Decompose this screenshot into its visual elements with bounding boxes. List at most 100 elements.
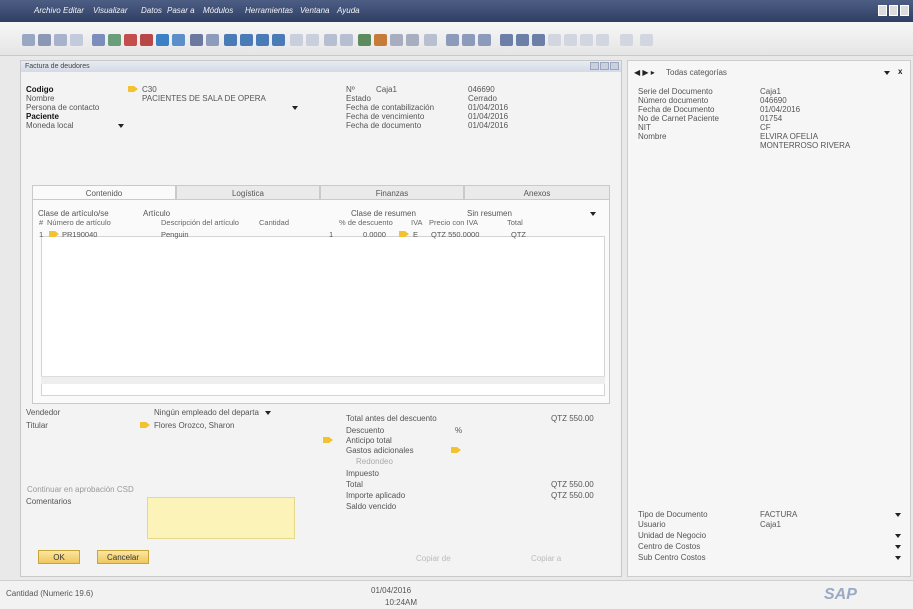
udf-nav-arrows[interactable]: ◀ ▶ ▸ [634,68,655,77]
alerts-icon[interactable] [532,34,545,46]
series-field[interactable]: Caja1 [376,85,397,94]
payment-icon[interactable] [374,34,387,46]
cost-center-dropdown-icon[interactable] [895,545,901,549]
udf-nit-field[interactable]: CF [760,123,771,132]
due-date-field[interactable]: 01/04/2016 [468,112,508,121]
export-word-icon[interactable] [92,34,105,46]
message-icon[interactable] [516,34,529,46]
col-header-price[interactable]: Precio con IVA [429,218,478,227]
discount-percent-field[interactable]: % [455,426,462,435]
minimize-icon[interactable] [878,5,887,16]
gross-profit-icon[interactable] [390,34,403,46]
settings-form-icon[interactable] [172,34,185,46]
calendar-icon[interactable] [500,34,513,46]
titular-field[interactable]: Flores Orozco, Sharon [154,421,234,430]
launch-icon[interactable] [140,34,153,46]
row-item-code[interactable]: PR190040 [62,230,97,239]
col-header-description[interactable]: Descripción del artículo [161,218,239,227]
udf-close-icon[interactable]: x [898,67,902,76]
close-icon[interactable] [900,5,909,16]
horizontal-scrollbar[interactable] [41,376,605,384]
cancel-button[interactable]: Cancelar [97,550,149,564]
help-icon[interactable] [620,34,633,46]
email-icon[interactable] [54,34,67,46]
sub-cost-center-dropdown-icon[interactable] [895,556,901,560]
row-tax[interactable]: E [413,230,418,239]
menu-visualizar[interactable]: Visualizar [93,6,128,15]
row-quantity[interactable]: 1 [329,230,333,239]
base-document-icon[interactable] [324,34,337,46]
form-maximize-icon[interactable] [600,62,609,70]
ok-button[interactable]: OK [38,550,80,564]
first-record-icon[interactable] [224,34,237,46]
continue-approval-checkbox[interactable]: Continuar en aprobación CSD [27,485,134,494]
col-header-discount[interactable]: % de descuento [339,218,393,227]
journal-icon[interactable] [358,34,371,46]
report-icon[interactable] [596,34,609,46]
form-close-icon[interactable] [610,62,619,70]
udf-carnet-field[interactable]: 01754 [760,114,782,123]
udf-doc-type-select[interactable]: FACTURA [760,510,797,519]
calculator-icon[interactable] [548,34,561,46]
copy-to-button[interactable]: Copiar a [531,554,561,563]
query-icon[interactable] [580,34,593,46]
lock-icon[interactable] [156,34,169,46]
col-header-total[interactable]: Total [507,218,523,227]
vendedor-select[interactable]: Ningún empleado del departa [154,408,259,417]
titular-link-arrow-icon[interactable] [140,422,150,428]
contact-dropdown-icon[interactable] [292,106,298,110]
row-description[interactable]: Penguin [161,230,189,239]
codigo-field[interactable]: C30 [142,85,157,94]
filter-icon[interactable] [290,34,303,46]
tab-contenido[interactable]: Contenido [32,185,176,199]
summary-dropdown-icon[interactable] [590,212,596,216]
vendedor-dropdown-icon[interactable] [265,411,271,415]
menu-ventana[interactable]: Ventana [300,6,330,15]
col-header-item-code[interactable]: Número de artículo [47,218,111,227]
export-excel-icon[interactable] [108,34,121,46]
row-discount[interactable]: 0.0000 [363,230,386,239]
menu-ayuda[interactable]: Ayuda [337,6,360,15]
downpayment-link-arrow-icon[interactable] [323,437,333,443]
sort-icon[interactable] [306,34,319,46]
info-icon[interactable] [640,34,653,46]
nombre-field[interactable]: PACIENTES DE SALA DE OPERA [142,94,266,103]
item-class-select[interactable]: Artículo [143,209,170,218]
col-header-quantity[interactable]: Cantidad [259,218,289,227]
copy-icon[interactable] [478,34,491,46]
currency-dropdown-icon[interactable] [118,124,124,128]
doc-date-field[interactable]: 01/04/2016 [468,121,508,130]
target-document-icon[interactable] [340,34,353,46]
summary-class-select[interactable]: Sin resumen [467,209,512,218]
export-pdf-icon[interactable] [124,34,137,46]
udf-doc-date-field[interactable]: 01/04/2016 [760,105,800,114]
print-icon[interactable] [38,34,51,46]
freight-link-arrow-icon[interactable] [451,447,461,453]
posting-date-field[interactable]: 01/04/2016 [468,103,508,112]
edit-icon[interactable] [446,34,459,46]
comments-field[interactable] [147,497,295,539]
udf-user-field[interactable]: Caja1 [760,520,781,529]
menu-modulos[interactable]: Módulos [203,6,233,15]
col-header-num[interactable]: # [39,218,43,227]
document-icon[interactable] [462,34,475,46]
print-preview-icon[interactable] [22,34,35,46]
rounding-checkbox[interactable]: Redondeo [356,457,393,466]
udf-series-field[interactable]: Caja1 [760,87,781,96]
add-icon[interactable] [206,34,219,46]
tab-anexos[interactable]: Anexos [464,185,610,199]
doc-type-dropdown-icon[interactable] [895,513,901,517]
udf-doc-number-field[interactable]: 046690 [760,96,787,105]
sms-icon[interactable] [70,34,83,46]
category-dropdown-icon[interactable] [884,71,890,75]
copy-from-button[interactable]: Copiar de [416,554,451,563]
restore-icon[interactable] [889,5,898,16]
form-minimize-icon[interactable] [590,62,599,70]
find-icon[interactable] [190,34,203,46]
volume-weight-icon[interactable] [406,34,419,46]
menu-archivo[interactable]: Archivo [34,6,61,15]
activity-icon[interactable] [424,34,437,46]
doc-number-field[interactable]: 046690 [468,85,495,94]
previous-record-icon[interactable] [240,34,253,46]
link-arrow-icon[interactable] [128,86,138,92]
